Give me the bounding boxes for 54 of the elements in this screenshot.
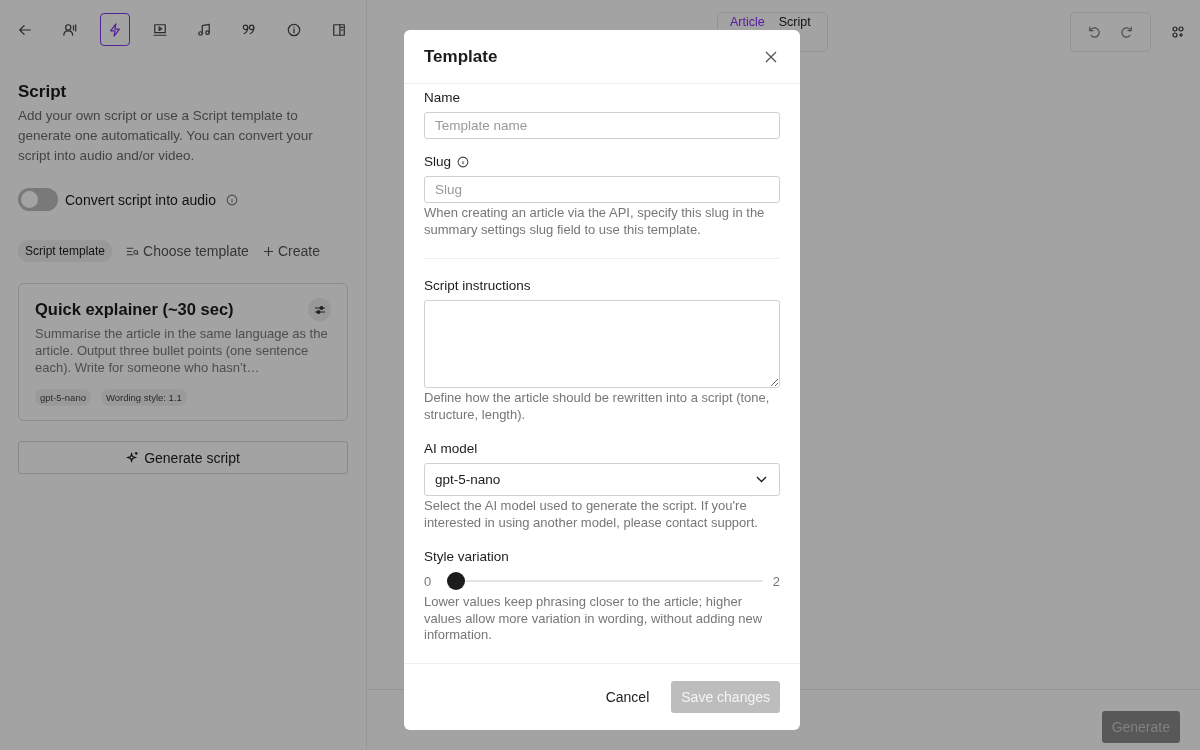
quote-icon (242, 22, 257, 37)
close-icon (765, 50, 777, 63)
help-text: Lower values keep phrasing closer to the article; higher values allow more variation in wording, without adding new information. (424, 594, 764, 644)
slider-max: 2 (772, 573, 780, 589)
cancel-button[interactable]: Cancel (599, 683, 656, 711)
sidebar-panel-icon (331, 22, 346, 37)
info-icon (225, 193, 238, 206)
slider-min: 0 (424, 573, 432, 589)
model-select[interactable]: gpt-5-nano (424, 463, 780, 496)
editor-tab[interactable]: Script (772, 13, 817, 30)
video-icon (152, 22, 167, 37)
dialog-title: Template (424, 46, 498, 67)
redo-icon[interactable] (1121, 25, 1134, 38)
help-text: When creating an article via the API, specify this slug in the summary settings slug field to use this template. (424, 205, 766, 238)
undo-icon[interactable] (1087, 25, 1100, 38)
field-label: Name (424, 89, 460, 107)
chevron-down-icon (756, 476, 767, 483)
list-search-icon (126, 245, 140, 257)
slug-field[interactable]: Slug (424, 176, 780, 203)
choose-template-link[interactable]: Choose template (126, 243, 249, 259)
panel-description: Add your own script or use a Script template to generate one automatically. You can convert your script into audio and/or video. (18, 107, 314, 165)
person-voice-icon (62, 22, 77, 37)
toggle-label: Convert script into audio (65, 191, 216, 208)
field-label: Slug (424, 153, 452, 171)
tag: gpt-5-nano (35, 389, 91, 406)
help-text: Define how the article should be rewritten into a script (tone, structure, length). (424, 390, 771, 423)
field-label: Style variation (424, 548, 509, 566)
name-field[interactable]: Template name (424, 112, 780, 139)
instructions-field[interactable] (424, 300, 780, 388)
info-icon (287, 22, 302, 37)
create-link[interactable]: Create (262, 243, 320, 259)
back-arrow-icon (18, 22, 32, 37)
section-chip: Script template (18, 240, 113, 262)
settings-button[interactable] (308, 298, 331, 321)
music-note-icon (197, 22, 212, 37)
field-label: AI model (424, 440, 478, 458)
lightning-icon (107, 22, 122, 37)
plus-icon (262, 245, 274, 257)
info-icon (457, 156, 470, 168)
card-title: Quick explainer (~30 sec) (35, 300, 234, 319)
help-text: Select the AI model used to generate the script. If you're interested in using another model, please contact support. (424, 498, 759, 531)
toolbar-button[interactable] (99, 13, 130, 46)
tag: Wording style: 1.1 (100, 389, 187, 406)
grid-icon[interactable] (1172, 25, 1184, 38)
field-label: Script instructions (424, 277, 531, 295)
slider-thumb[interactable] (447, 572, 466, 590)
generate-script-button[interactable]: Generate script (18, 441, 348, 474)
panel-title: Script (18, 82, 68, 102)
audio-toggle[interactable] (18, 188, 58, 211)
card-description: Summarise the article in the same language as the article. Output three bullet points (one sentence each). Write for someone who hasn’t… (35, 325, 329, 376)
editor-tab[interactable]: Article (724, 13, 771, 30)
template-card[interactable]: Quick explainer (~30 sec) Summarise the article in the same language as the article. Output three bullet points (one sentence each). Write for someone who hasn’t… gpt-5-nano Wording style: 1.1 (18, 283, 348, 421)
sparkle-icon (126, 451, 140, 464)
sliders-icon (313, 303, 326, 316)
